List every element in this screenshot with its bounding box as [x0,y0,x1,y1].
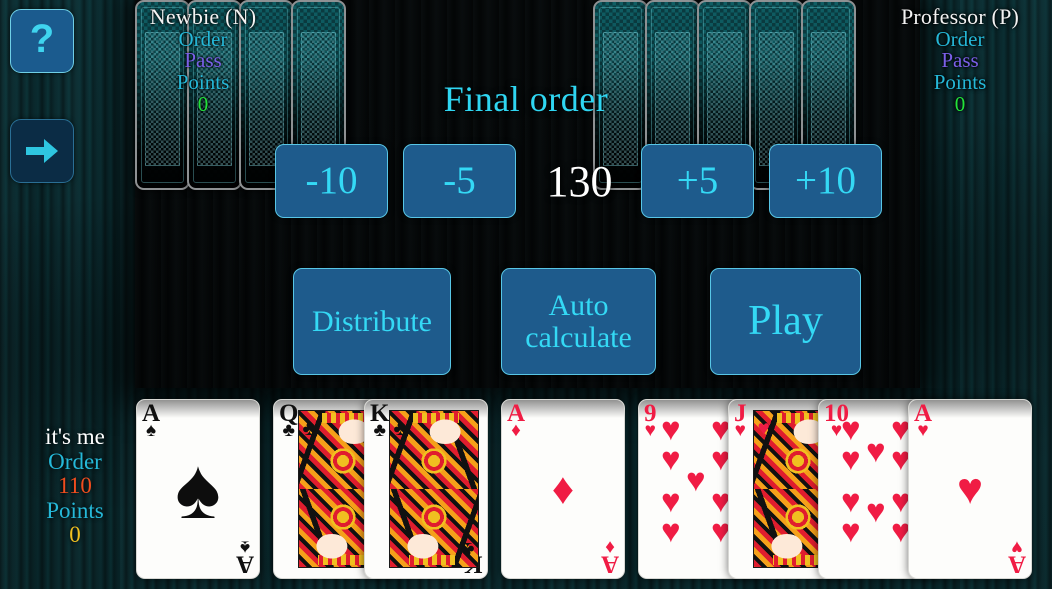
auto-calculate-line1: Auto [548,288,609,322]
next-button[interactable] [10,119,74,183]
right-player-order-value: Pass [941,48,979,73]
final-order-title: Final order [443,79,609,119]
card-court-picture: ♣♣ [389,410,479,568]
left-player-order-value: Pass [184,48,222,73]
card-pip: ♥ [866,494,886,530]
card-pip: ♥ [661,514,681,550]
my-hand: A♠A♠♠Q♣Q♣♣♣K♣K♣♣♣A♦A♦♦9♥9♥♥♥♥♥♥♥♥♥♥J♥J♥♥… [0,399,1052,589]
card-corner-top: J ♥ [734,400,747,441]
right-player-name: Professor (P) [900,4,1020,29]
card-pip: ♥ [686,463,706,499]
card-corner-top: K ♣ [370,400,390,441]
card-corner-top: A ♠ [142,400,161,441]
card-ace-ornament: ♠ [175,441,221,537]
card-corner-bottom: A ♠ [235,537,254,578]
card-pip: ♥ [841,442,861,478]
card-corner-bottom: A ♥ [1007,537,1026,578]
card-corner-bottom: A ♦ [600,537,619,578]
game-screen: ? Newbie (N) Order Pass Points 0 Profess… [0,0,1052,589]
arrow-right-icon [24,136,60,166]
card-center-pip: ♥ [956,464,984,514]
left-player-name: Newbie (N) [149,4,257,29]
hand-card-a-spades[interactable]: A ♠ A ♠ ♠ [136,399,260,579]
hand-card-a-hearts[interactable]: A ♥ A ♥ ♥ [908,399,1032,579]
card-center-pip: ♦ [551,464,575,514]
card-pip: ♥ [866,434,886,470]
card-corner-top: A ♥ [914,400,933,441]
card-pip: ♥ [661,442,681,478]
card-corner-top: A ♦ [507,400,526,441]
distribute-button[interactable]: Distribute [293,268,451,375]
final-order-total: 130 [546,156,613,206]
hand-card-a-diamonds[interactable]: A ♦ A ♦ ♦ [501,399,625,579]
question-mark-icon: ? [27,20,57,62]
help-button[interactable]: ? [10,9,74,73]
auto-calculate-button[interactable]: Auto calculate [501,268,656,375]
minus-ten-button[interactable]: -10 [275,144,388,218]
card-pip: ♥ [841,514,861,550]
auto-calculate-line2: calculate [525,320,632,354]
plus-five-button[interactable]: +5 [641,144,754,218]
svg-text:?: ? [30,20,54,61]
hand-card-k-clubs[interactable]: K♣K♣♣♣ [364,399,488,579]
plus-ten-button[interactable]: +10 [769,144,882,218]
card-corner-top: 9 ♥ [644,400,657,441]
play-button[interactable]: Play [710,268,861,375]
minus-five-button[interactable]: -5 [403,144,516,218]
card-corner-top: Q ♣ [279,400,299,441]
